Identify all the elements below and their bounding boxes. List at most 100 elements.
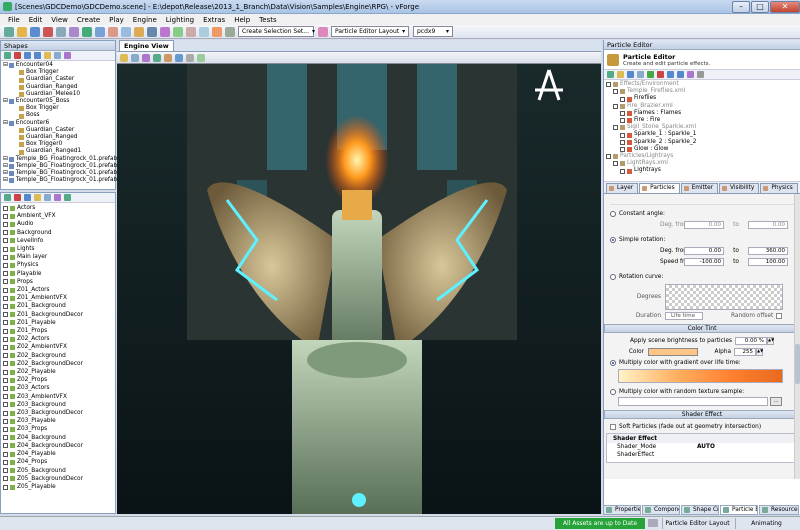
layer-item[interactable]: Z05_Background: [3, 467, 113, 475]
delete-icon[interactable]: [14, 52, 21, 59]
particle-tree-item[interactable]: Fire : Fire: [606, 117, 798, 124]
maximize-button[interactable]: □: [751, 1, 769, 13]
copy-icon[interactable]: [56, 27, 66, 37]
layer-visible-checkbox[interactable]: [3, 304, 8, 309]
import-icon[interactable]: [24, 194, 31, 201]
particle-checkbox[interactable]: [620, 97, 625, 102]
layer-item[interactable]: Z02_Background: [3, 352, 113, 360]
shape-tree-item[interactable]: Guardian_Ranged: [3, 84, 113, 91]
save-icon[interactable]: [30, 27, 40, 37]
layer-visible-checkbox[interactable]: [3, 296, 8, 301]
particle-tree-item[interactable]: Sparkle_1 : Sparkle_1: [606, 131, 798, 138]
shape-tree-item[interactable]: ⊟Temple_BG_Floatingrock_01.prefab4: [3, 177, 113, 184]
particle-tree-item[interactable]: Fire_Brazier.xml: [606, 103, 798, 110]
layer-visible-checkbox[interactable]: [3, 255, 8, 260]
layer-visible-checkbox[interactable]: [3, 345, 8, 350]
layer-item[interactable]: Z01_Actors: [3, 286, 113, 294]
layer-visible-checkbox[interactable]: [3, 238, 8, 243]
selection-set-combo[interactable]: Create Selection Set...▾: [238, 26, 314, 37]
camera-icon[interactable]: [142, 54, 150, 62]
tab-shape-creators[interactable]: Shape Cr...: [681, 505, 719, 515]
export-icon[interactable]: [64, 194, 71, 201]
layer-item[interactable]: Z03_Background: [3, 401, 113, 409]
layer-visible-checkbox[interactable]: [3, 279, 8, 284]
constant-angle-radio[interactable]: [610, 211, 616, 217]
layer-item[interactable]: Z02_AmbientVFX: [3, 343, 113, 351]
save-effect-icon[interactable]: [627, 71, 634, 78]
reload-icon[interactable]: [637, 71, 644, 78]
layer-item[interactable]: Z01_Background: [3, 302, 113, 310]
shape-tree-item[interactable]: ⊟Encounter04: [3, 62, 113, 69]
layer-item[interactable]: Z04_Background: [3, 434, 113, 442]
layer-item[interactable]: Background: [3, 229, 113, 237]
expander-icon[interactable]: ⊟: [3, 177, 8, 184]
path-icon[interactable]: [160, 27, 170, 37]
arrow-down-icon[interactable]: [34, 52, 41, 59]
random-texture-radio[interactable]: [610, 389, 616, 395]
particle-tree-item[interactable]: Effects/Environment: [606, 81, 798, 88]
measure-icon[interactable]: [186, 54, 194, 62]
layout-combo[interactable]: Particle Editor Layout▾: [331, 26, 409, 37]
brightness-spinner[interactable]: ▲▼: [767, 337, 774, 345]
layer-item[interactable]: LevelInfo: [3, 237, 113, 245]
menu-item-create[interactable]: Create: [77, 16, 100, 24]
open-effect-icon[interactable]: [617, 71, 624, 78]
shape-tree-item[interactable]: Box Trigger: [3, 105, 113, 112]
layer-visible-checkbox[interactable]: [3, 394, 8, 399]
add-layer-icon[interactable]: [647, 71, 654, 78]
particle-tree-item[interactable]: Temple_Fireflies.xml: [606, 88, 798, 95]
shape-tree-item[interactable]: ⊟Encounter05_Boss: [3, 98, 113, 105]
layer-item[interactable]: Actors: [3, 204, 113, 212]
particle-checkbox[interactable]: [613, 89, 618, 94]
layer-item[interactable]: Lights: [3, 245, 113, 253]
layer-visible-checkbox[interactable]: [3, 288, 8, 293]
layer-item[interactable]: Z03_AmbientVFX: [3, 393, 113, 401]
shape-tree-item[interactable]: ⊟Temple_BG_Floatingrock_01.prefab3: [3, 170, 113, 177]
link-icon[interactable]: [54, 52, 61, 59]
shape-tree-item[interactable]: Box Trigger0: [3, 141, 113, 148]
particle-checkbox[interactable]: [620, 140, 625, 145]
layer-visible-checkbox[interactable]: [3, 353, 8, 358]
add-shape-icon[interactable]: [4, 52, 11, 59]
wand-icon[interactable]: [687, 71, 694, 78]
layer-visible-checkbox[interactable]: [3, 222, 8, 227]
layer-item[interactable]: Physics: [3, 261, 113, 269]
view-icon[interactable]: [131, 54, 139, 62]
layer-visible-checkbox[interactable]: [3, 435, 8, 440]
shape-tree-item[interactable]: Guardian_Ranged1: [3, 148, 113, 155]
gradient-radio[interactable]: [610, 360, 616, 366]
layer-item[interactable]: Z03_Props: [3, 425, 113, 433]
ca-to-field[interactable]: 0.00: [748, 221, 788, 229]
layer-visible-checkbox[interactable]: [3, 320, 8, 325]
particle-tree-item[interactable]: Glow : Glow: [606, 146, 798, 153]
shading-icon[interactable]: [153, 54, 161, 62]
layer-item[interactable]: Z05_BackgroundDecor: [3, 475, 113, 483]
snap-icon[interactable]: [186, 27, 196, 37]
layer-visible-checkbox[interactable]: [3, 271, 8, 276]
layer-visible-checkbox[interactable]: [3, 329, 8, 334]
scale-icon[interactable]: [121, 27, 131, 37]
shape-tree-item[interactable]: Guardian_Caster: [3, 127, 113, 134]
expander-icon[interactable]: ⊟: [3, 170, 8, 177]
remove-layer-icon[interactable]: [657, 71, 664, 78]
layer-item[interactable]: Z02_Actors: [3, 335, 113, 343]
sr-deg-from-field[interactable]: 0.00: [684, 247, 724, 255]
tab-components[interactable]: Compone...: [642, 505, 680, 515]
menu-item-help[interactable]: Help: [234, 16, 250, 24]
arrow-up-icon[interactable]: [24, 52, 31, 59]
shape-tree-item[interactable]: Guardian_Ranged: [3, 134, 113, 141]
tab-visibility[interactable]: Visibility: [719, 183, 759, 193]
properties-scrollbar[interactable]: [794, 194, 800, 479]
visible-icon[interactable]: [54, 194, 61, 201]
tab-physics[interactable]: Physics: [760, 183, 797, 193]
layer-item[interactable]: Z02_Playable: [3, 368, 113, 376]
expander-icon[interactable]: ⊟: [3, 62, 8, 69]
color-swatch[interactable]: [648, 348, 698, 356]
shape-tree-item[interactable]: Guardian_Caster: [3, 76, 113, 83]
sun-icon[interactable]: [225, 27, 235, 37]
layer-item[interactable]: Z02_Props: [3, 376, 113, 384]
menu-item-file[interactable]: File: [8, 16, 20, 24]
particle-tree-item[interactable]: Fireflies: [606, 95, 798, 102]
add-layer-icon[interactable]: [4, 194, 11, 201]
layer-item[interactable]: Z01_Props: [3, 327, 113, 335]
